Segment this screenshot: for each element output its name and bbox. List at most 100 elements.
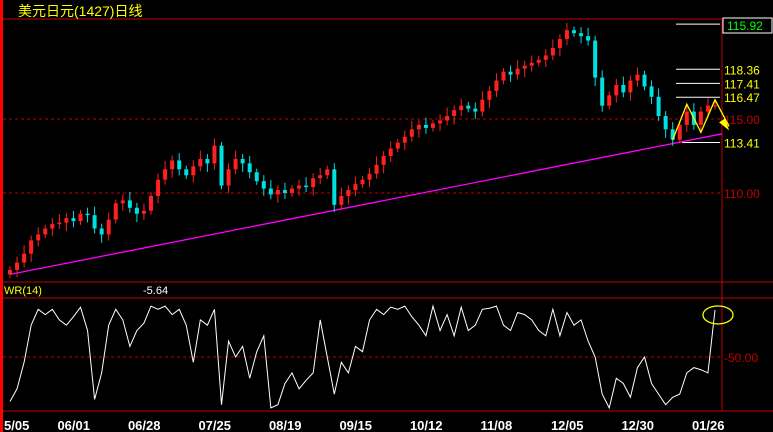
candle-body (219, 145, 224, 186)
candle-body (268, 188, 273, 195)
candle-body (564, 30, 569, 40)
candle-body (275, 190, 280, 195)
candle-body (205, 158, 210, 164)
date-tick-label: 06/01 (57, 418, 90, 432)
candle-body (586, 36, 591, 41)
candle-body (628, 80, 633, 93)
candle-body (395, 142, 400, 149)
candle-body (198, 158, 203, 167)
date-tick-label: 06/28 (128, 418, 161, 432)
candle-body (149, 195, 153, 211)
candle-body (290, 188, 294, 193)
candle-body (50, 224, 55, 229)
candle-body (22, 253, 27, 263)
candle-body (466, 105, 471, 109)
date-tick-label: 01/26 (692, 418, 725, 432)
candle-body (431, 123, 435, 128)
left-border (0, 0, 3, 432)
candle-body (438, 120, 443, 124)
candle-body (332, 169, 337, 205)
chart-canvas: 110.00115.00-50.00121.41118.36117.41116.… (0, 0, 773, 432)
chart-window: 110.00115.00-50.00121.41118.36117.41116.… (0, 0, 773, 432)
candle-body (402, 136, 407, 143)
candle-body (508, 71, 513, 75)
candle-body (141, 210, 146, 214)
candle-body (106, 219, 111, 235)
candle-body (445, 116, 450, 121)
candle-body (184, 169, 189, 176)
candle-body (64, 218, 69, 223)
candle-body (57, 222, 62, 225)
candle-body (134, 207, 139, 214)
level-label: 116.47 (724, 91, 760, 105)
candle-body (459, 105, 464, 111)
candle-body (254, 172, 259, 182)
candle-body (156, 179, 161, 196)
candle-body (600, 77, 605, 106)
date-tick-label: 10/12 (410, 418, 443, 432)
candle-body (593, 40, 598, 78)
candle-body (607, 95, 612, 106)
price-tick-label: 115.00 (724, 113, 760, 127)
candle-body (579, 33, 584, 37)
last-price-label: 115.92 (727, 19, 763, 33)
level-label: 118.36 (724, 63, 760, 77)
candle-body (163, 169, 168, 180)
candle-body (226, 169, 231, 186)
candle-body (621, 84, 626, 93)
candle-body (191, 166, 196, 176)
date-tick-label: 5/05 (4, 418, 29, 432)
candle-body (297, 185, 302, 189)
candle-body (713, 105, 717, 107)
candle-body (247, 163, 252, 173)
candle-body (543, 55, 548, 60)
candle-body (92, 215, 97, 229)
wr-tick-label: -50.00 (724, 351, 758, 365)
candle-body (452, 110, 457, 117)
candle-body (325, 169, 330, 176)
chart-title: 美元日元(1427)日线 (18, 3, 143, 19)
candle-body (8, 269, 12, 275)
candle-body (282, 190, 287, 193)
candle-body (649, 86, 654, 97)
wr-current-value: -5.64 (143, 285, 169, 297)
date-tick-label: 11/08 (480, 418, 512, 432)
candle-body (311, 178, 316, 188)
candle-body (36, 234, 41, 241)
candle-body (78, 213, 83, 222)
candle-body (318, 175, 323, 179)
candle-body (240, 158, 245, 164)
candle-body (15, 262, 20, 270)
candle-body (388, 148, 393, 156)
candle-body (557, 39, 562, 48)
candle-body (536, 59, 541, 63)
candle-body (480, 99, 485, 112)
candle-body (43, 228, 48, 235)
candle-body (212, 145, 217, 164)
candle-body (261, 181, 266, 189)
candle-body (71, 218, 76, 222)
candle-body (170, 160, 175, 170)
candle-body (381, 156, 386, 165)
candle-body (113, 203, 118, 220)
date-tick-label: 09/15 (339, 418, 372, 432)
candle-body (367, 173, 372, 180)
candle-body (85, 213, 90, 216)
candle-body (614, 84, 619, 96)
candle-body (127, 200, 132, 208)
candle-body (663, 116, 668, 130)
candle-body (409, 129, 414, 137)
candle-body (705, 105, 710, 112)
price-tick-label: 110.00 (724, 187, 760, 201)
candle-body (642, 74, 647, 87)
date-tick-label: 12/30 (621, 418, 654, 432)
wr-indicator-label: WR(14) (4, 285, 42, 297)
date-tick-label: 07/25 (198, 418, 231, 432)
candle-body (353, 184, 358, 191)
candle-body (684, 111, 689, 125)
candle-body (360, 179, 365, 185)
candle-body (656, 96, 661, 117)
candle-body (177, 160, 182, 170)
candle-body (698, 111, 703, 125)
candle-body (515, 68, 520, 75)
